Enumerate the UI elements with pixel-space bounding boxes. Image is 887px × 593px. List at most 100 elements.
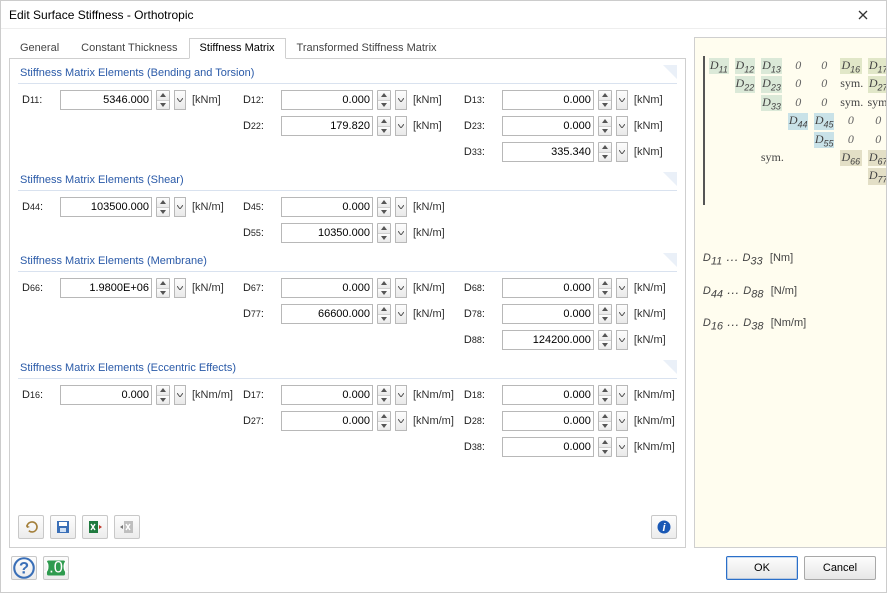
export-button[interactable] <box>114 515 140 539</box>
input-d66[interactable] <box>61 282 151 294</box>
matrix-cell <box>709 76 729 92</box>
spinner-d88[interactable] <box>598 330 612 350</box>
help-button[interactable]: ? <box>11 556 37 580</box>
matrix-cell: D45 <box>814 113 834 129</box>
spinner-d77[interactable] <box>377 304 391 324</box>
spinner-d45[interactable] <box>377 197 391 217</box>
spinner-d78[interactable] <box>598 304 612 324</box>
input-d11[interactable] <box>61 94 151 106</box>
input-d27[interactable] <box>282 415 372 427</box>
spinner-d28[interactable] <box>598 411 612 431</box>
input-d16[interactable] <box>61 389 151 401</box>
matrix-cell: 0 <box>814 58 834 74</box>
spinner-d17[interactable] <box>377 385 391 405</box>
picker-d33[interactable] <box>616 142 628 162</box>
spinner-d13[interactable] <box>598 90 612 110</box>
input-d28[interactable] <box>503 415 593 427</box>
field-d18: D18 : [kNm/m] <box>464 385 675 405</box>
input-d55[interactable] <box>282 227 372 239</box>
spinner-d18[interactable] <box>598 385 612 405</box>
spinner-d11[interactable] <box>156 90 170 110</box>
units-button[interactable]: 0.00 <box>43 556 69 580</box>
matrix-cell <box>814 168 834 184</box>
picker-d78[interactable] <box>616 304 628 324</box>
matrix-cell: 0 <box>814 95 834 111</box>
picker-d38[interactable] <box>616 437 628 457</box>
picker-d27[interactable] <box>395 411 407 431</box>
input-d23[interactable] <box>503 120 593 132</box>
input-d18[interactable] <box>503 389 593 401</box>
cancel-button[interactable]: Cancel <box>804 556 876 580</box>
input-d12[interactable] <box>282 94 372 106</box>
picker-d17[interactable] <box>395 385 407 405</box>
picker-d88[interactable] <box>616 330 628 350</box>
tab-stiffness-matrix[interactable]: Stiffness Matrix <box>189 38 286 59</box>
matrix-cell <box>761 168 782 184</box>
label-d66: D66 : <box>22 282 56 294</box>
spinner-d66[interactable] <box>156 278 170 298</box>
tab-transformed-stiffness-matrix[interactable]: Transformed Stiffness Matrix <box>286 38 448 59</box>
field-d44: D44 : [kN/m] <box>22 197 233 217</box>
spinner-d44[interactable] <box>156 197 170 217</box>
picker-d67[interactable] <box>395 278 407 298</box>
spinner-d67[interactable] <box>377 278 391 298</box>
matrix-cell <box>788 150 808 166</box>
reset-button[interactable] <box>18 515 44 539</box>
picker-d11[interactable] <box>174 90 186 110</box>
legend: D11 … D33 [Nm] D44 … D88 [N/m] D16 … D38… <box>703 249 886 333</box>
field-d16: D16 : [kNm/m] <box>22 385 233 405</box>
picker-d13[interactable] <box>616 90 628 110</box>
label-d68: D68 : <box>464 282 498 294</box>
spinner-d68[interactable] <box>598 278 612 298</box>
input-d17[interactable] <box>282 389 372 401</box>
picker-d55[interactable] <box>395 223 407 243</box>
info-button[interactable]: i <box>651 515 677 539</box>
matrix-cell: D66 <box>840 150 861 166</box>
spinner-d38[interactable] <box>598 437 612 457</box>
picker-d18[interactable] <box>616 385 628 405</box>
label-d44: D44 : <box>22 201 56 213</box>
picker-d12[interactable] <box>395 90 407 110</box>
matrix-cell <box>735 168 755 184</box>
input-d44[interactable] <box>61 201 151 213</box>
input-d13[interactable] <box>503 94 593 106</box>
picker-d28[interactable] <box>616 411 628 431</box>
spinner-d22[interactable] <box>377 116 391 136</box>
picker-d68[interactable] <box>616 278 628 298</box>
tab-constant-thickness[interactable]: Constant Thickness <box>70 38 188 59</box>
input-d22[interactable] <box>282 120 372 132</box>
save-button[interactable] <box>50 515 76 539</box>
label-d28: D28 : <box>464 415 498 427</box>
input-d33[interactable] <box>503 146 593 158</box>
picker-d45[interactable] <box>395 197 407 217</box>
input-d77[interactable] <box>282 308 372 320</box>
svg-text:?: ? <box>19 559 29 577</box>
picker-d44[interactable] <box>174 197 186 217</box>
input-d45[interactable] <box>282 201 372 213</box>
spinner-d27[interactable] <box>377 411 391 431</box>
field-d22: D22 : [kNm] <box>243 116 454 136</box>
close-button[interactable] <box>848 4 878 26</box>
spinner-d23[interactable] <box>598 116 612 136</box>
import-button[interactable] <box>82 515 108 539</box>
tab-general[interactable]: General <box>9 38 70 59</box>
spinner-d33[interactable] <box>598 142 612 162</box>
ok-button[interactable]: OK <box>726 556 798 580</box>
picker-d16[interactable] <box>174 385 186 405</box>
spinner-d55[interactable] <box>377 223 391 243</box>
spinner-d16[interactable] <box>156 385 170 405</box>
picker-d22[interactable] <box>395 116 407 136</box>
spinner-d12[interactable] <box>377 90 391 110</box>
input-d67[interactable] <box>282 282 372 294</box>
label-d17: D17 : <box>243 389 277 401</box>
input-d88[interactable] <box>503 334 593 346</box>
matrix-cell <box>709 168 729 184</box>
input-d38[interactable] <box>503 441 593 453</box>
input-d78[interactable] <box>503 308 593 320</box>
input-d68[interactable] <box>503 282 593 294</box>
matrix-cell <box>735 113 755 129</box>
tabstrip: General Constant Thickness Stiffness Mat… <box>9 37 686 59</box>
picker-d77[interactable] <box>395 304 407 324</box>
picker-d23[interactable] <box>616 116 628 136</box>
picker-d66[interactable] <box>174 278 186 298</box>
